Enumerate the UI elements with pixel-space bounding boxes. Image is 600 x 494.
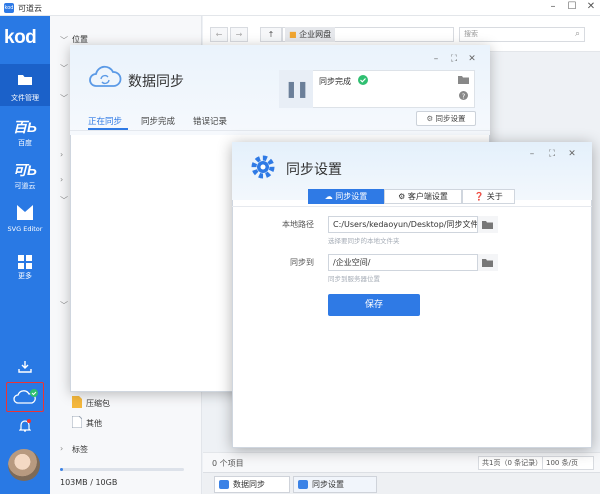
tab-sync-complete[interactable]: 同步完成 — [141, 115, 175, 127]
task-data-sync[interactable]: 数据同步 — [214, 476, 290, 493]
app-logo-icon: kod — [4, 3, 14, 13]
close-icon[interactable]: ✕ — [466, 54, 478, 64]
folder-icon — [482, 221, 493, 229]
tree-item-other[interactable]: 其他 — [86, 418, 102, 429]
nav-label-baidu[interactable]: 百度 — [0, 138, 50, 148]
svg-editor-icon[interactable] — [15, 202, 35, 222]
download-icon[interactable] — [18, 360, 32, 373]
window-titlebar — [0, 0, 600, 16]
gear-icon — [251, 155, 275, 179]
user-avatar[interactable] — [8, 449, 40, 481]
bell-icon[interactable] — [19, 419, 31, 432]
cloud-sync-icon — [89, 65, 122, 87]
zip-file-icon — [72, 396, 82, 408]
task-sync-settings[interactable]: 同步设置 — [293, 476, 377, 493]
brand-logo: kod — [4, 27, 37, 48]
divider — [232, 206, 592, 207]
file-icon — [72, 416, 82, 428]
search-input[interactable]: 搜索 — [459, 27, 585, 42]
fullscreen-icon[interactable]: ⛶ — [546, 149, 558, 159]
tab-about[interactable]: ❓ 关于 — [462, 189, 515, 204]
folder-icon — [18, 75, 32, 85]
pause-button[interactable]: ❚❚ — [279, 70, 313, 108]
per-page-select[interactable]: 100 条/页 — [542, 456, 594, 470]
local-path-label: 本地路径 — [282, 220, 314, 229]
window-title: 可道云 — [18, 4, 42, 13]
folder-icon: ■ — [289, 30, 300, 39]
chevron-down-icon[interactable]: ﹀ — [60, 35, 68, 46]
gear-icon: ⚙ — [398, 192, 408, 201]
chevron-down-icon[interactable]: ﹀ — [60, 93, 68, 104]
close-icon[interactable]: ✕ — [566, 149, 578, 159]
check-circle-icon — [358, 75, 368, 85]
cloud-icon: ☁ — [324, 192, 336, 201]
tree-tags-label[interactable]: 标签 — [72, 444, 88, 455]
tree-location-label[interactable]: 位置 — [72, 34, 88, 45]
page-info: 共1页（0 条记录） — [478, 456, 547, 470]
storage-quota-text: 103MB / 10GB — [60, 478, 118, 487]
storage-quota-fill — [60, 468, 63, 471]
help-icon: ❓ — [474, 192, 487, 201]
forward-button[interactable]: → — [230, 27, 248, 42]
kedaoyun-icon[interactable]: 可Ь — [13, 160, 37, 180]
tab-sync-settings[interactable]: ☁ 同步设置 — [308, 189, 384, 204]
breadcrumb-item[interactable]: ■ 企业网盘 — [285, 27, 336, 42]
chevron-down-icon[interactable]: ﹀ — [60, 300, 68, 311]
fullscreen-icon[interactable]: ⛶ — [448, 54, 460, 64]
tab-syncing[interactable]: 正在同步 — [88, 115, 122, 127]
item-count: 0 个项目 — [212, 459, 244, 468]
local-path-hint: 选择要同步的本地文件夹 — [328, 237, 400, 245]
sync-to-input[interactable]: /企业空间/ — [328, 254, 498, 271]
gear-icon: ⚙ — [426, 114, 436, 123]
cloud-sync-icon[interactable] — [12, 388, 40, 406]
search-icon[interactable]: ⌕ — [575, 29, 580, 39]
sync-settings-button[interactable]: ⚙ 同步设置 — [416, 111, 476, 126]
minimize-icon[interactable]: – — [430, 54, 442, 64]
svg-text:?: ? — [462, 93, 466, 101]
nav-label-more[interactable]: 更多 — [0, 271, 50, 281]
back-button[interactable]: ← — [210, 27, 228, 42]
minimize-icon[interactable]: – — [526, 149, 538, 159]
chevron-right-icon[interactable]: › — [60, 150, 63, 159]
sync-settings-title: 同步设置 — [286, 162, 342, 178]
tab-error-log[interactable]: 错误记录 — [193, 115, 227, 127]
nav-label-kedaoyun[interactable]: 可道云 — [0, 181, 50, 191]
maximize-icon[interactable]: ☐ — [564, 1, 580, 12]
storage-quota-bar — [60, 468, 184, 471]
folder-icon — [482, 259, 493, 267]
nav-label-file-manager: 文件管理 — [11, 94, 39, 102]
nav-label-svg-editor[interactable]: SVG Editor — [0, 225, 50, 233]
tree-item-archives[interactable]: 压缩包 — [86, 398, 110, 409]
divider — [70, 130, 490, 131]
save-button[interactable]: 保存 — [328, 294, 420, 316]
local-path-input[interactable]: C:/Users/kedaoyun/Desktop/同步文件夹 — [328, 216, 498, 233]
folder-icon[interactable] — [458, 75, 469, 84]
sync-status-text: 同步完成 — [319, 77, 351, 86]
chevron-down-icon[interactable]: ﹀ — [60, 195, 68, 206]
chevron-right-icon[interactable]: › — [60, 175, 63, 184]
data-sync-title: 数据同步 — [128, 74, 184, 90]
gear-icon — [298, 480, 308, 489]
help-icon[interactable]: ? — [459, 91, 468, 100]
minimize-icon[interactable]: – — [545, 1, 561, 12]
sync-to-hint: 同步到服务器位置 — [328, 275, 380, 283]
chevron-right-icon[interactable]: › — [60, 444, 63, 453]
baidu-icon[interactable]: 百Ь — [13, 117, 37, 137]
cloud-icon — [219, 480, 229, 489]
tab-client-settings[interactable]: ⚙ 客户端设置 — [384, 189, 462, 204]
chevron-down-icon[interactable]: ﹀ — [60, 63, 68, 74]
close-icon[interactable]: ✕ — [583, 1, 599, 12]
more-icon[interactable] — [18, 255, 32, 269]
sync-to-label: 同步到 — [290, 258, 314, 267]
up-button[interactable]: ↑ — [260, 27, 282, 42]
